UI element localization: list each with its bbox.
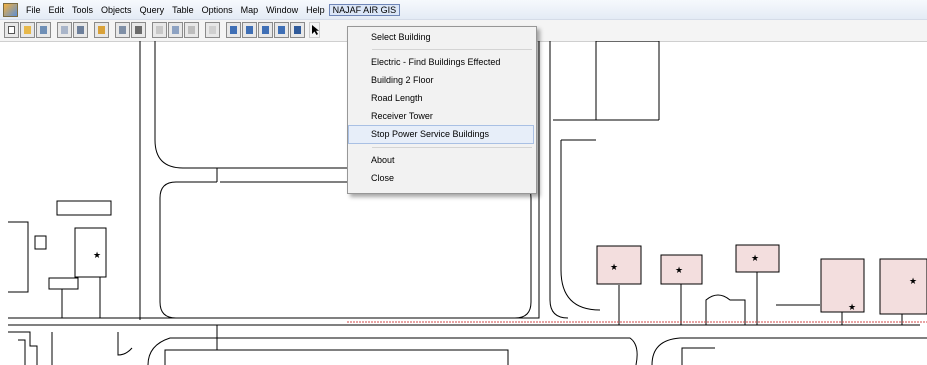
building [596,245,642,285]
menu-window[interactable]: Window [262,4,302,16]
road-outline [681,347,715,365]
building-marker: ★ [610,263,618,273]
open-workspace-button[interactable] [94,22,109,38]
menu-objects[interactable]: Objects [97,4,136,16]
menu-item-about[interactable]: About [349,152,533,169]
menu-item-road-length[interactable]: Road Length [349,90,533,107]
undo-icon [209,26,216,34]
road-outline [651,337,927,365]
save-workspace-button[interactable] [73,22,88,38]
menu-najaf-air-gis[interactable]: NAJAF AIR GIS [328,3,401,16]
layout-button[interactable] [115,22,130,38]
road-outline [8,221,29,293]
layout-window-icon [278,26,285,34]
menu-separator [372,147,532,148]
cut-icon [156,26,163,34]
menu-edit[interactable]: Edit [45,4,69,16]
najaf-air-gis-menu: Select Building Electric - Find Building… [347,26,537,194]
layout-icon [119,26,126,34]
building-marker: ★ [675,266,683,276]
graph-icon [262,26,269,34]
print-button[interactable] [131,22,146,38]
undo-button[interactable] [205,22,220,38]
new-file-button[interactable] [4,22,19,38]
map-window-icon [230,26,237,34]
road-outline [596,41,660,120]
menu-item-close[interactable]: Close [349,170,533,187]
save-button[interactable] [57,22,72,38]
menu-separator [372,49,532,50]
folder-icon [24,26,31,34]
menu-item-receiver-tower[interactable]: Receiver Tower [349,108,533,125]
map-object [56,200,112,216]
menu-file[interactable]: File [22,4,45,16]
new-browser-button[interactable] [242,22,257,38]
road-outline [117,332,133,356]
menu-tools[interactable]: Tools [68,4,97,16]
map-object [74,227,107,278]
menu-query[interactable]: Query [136,4,169,16]
building [820,258,865,313]
paste-button[interactable] [184,22,199,38]
menu-item-stop-power-service[interactable]: Stop Power Service Buildings [348,125,534,144]
new-layout-button[interactable] [274,22,289,38]
map-object [164,349,509,365]
menu-item-building-2-floor[interactable]: Building 2 Floor [349,72,533,89]
building-marker: ★ [751,254,759,264]
open-table-button[interactable] [36,22,51,38]
table-icon [40,26,47,34]
building [879,258,927,315]
menu-map[interactable]: Map [237,4,263,16]
redistrict-icon [294,26,301,34]
menu-bar: File Edit Tools Objects Query Table Opti… [0,0,927,20]
save-icon [61,26,68,34]
browser-icon [246,26,253,34]
workspace-icon [77,26,84,34]
road-outline [154,41,347,169]
menu-help[interactable]: Help [302,4,329,16]
menu-table[interactable]: Table [168,4,198,16]
new-file-icon [8,26,15,34]
menu-item-select-building[interactable]: Select Building [349,29,533,46]
building-marker: ★ [848,303,856,313]
cut-button[interactable] [152,22,167,38]
redistrict-button[interactable] [290,22,305,38]
road-outline [8,331,38,365]
road-outline [549,41,569,319]
select-tool-button[interactable] [309,22,320,38]
building-marker: ★ [93,251,101,261]
new-map-window-button[interactable] [226,22,241,38]
map-object [34,235,47,250]
print-icon [135,26,142,34]
menu-options[interactable]: Options [198,4,237,16]
paste-icon [188,26,195,34]
copy-button[interactable] [168,22,183,38]
app-icon [3,2,18,17]
road-outline [147,337,638,365]
road-outline [18,339,26,365]
menu-item-electric-find-buildings[interactable]: Electric - Find Buildings Effected [349,54,533,71]
road-outline [159,181,532,319]
new-graph-button[interactable] [258,22,273,38]
building-marker: ★ [909,277,917,287]
cursor-icon [312,25,319,35]
road-outline [560,140,601,311]
workspace-folder-icon [98,26,105,34]
copy-icon [172,26,179,34]
open-button[interactable] [20,22,35,38]
map-object [48,277,79,290]
road-outline [705,294,746,325]
